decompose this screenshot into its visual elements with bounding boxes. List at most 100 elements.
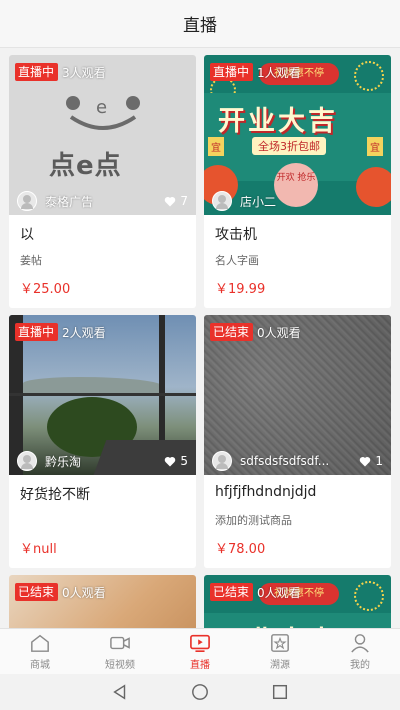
- live-status-row: 直播中 1人观看: [210, 63, 301, 81]
- status-badge: 直播中: [210, 63, 254, 81]
- live-thumbnail[interactable]: e 点e点 直播中 3人观看 泰格广告 7: [9, 55, 196, 215]
- like-count[interactable]: 1: [359, 454, 383, 468]
- svg-text:e: e: [96, 97, 107, 118]
- live-card[interactable]: e 点e点 直播中 3人观看 泰格广告 7 以 姜帖 ￥25.00: [9, 55, 196, 308]
- like-count[interactable]: 7: [164, 194, 188, 208]
- live-card[interactable]: 已结束 0人观看 sdfsdsfsdfsdf... 1 hfjfjfhdndnj…: [204, 315, 391, 568]
- shop-name: 泰格广告: [45, 194, 94, 209]
- shop-row: sdfsdsfsdfsdf... 1: [204, 447, 391, 475]
- status-badge: 直播中: [15, 323, 59, 341]
- live-status-row: 直播中 2人观看: [15, 323, 106, 341]
- live-status-row: 已结束 0人观看: [15, 583, 106, 601]
- product-info: 以 姜帖 ￥25.00: [9, 215, 196, 297]
- avatar: [17, 191, 37, 211]
- tab-label: 直播: [190, 660, 210, 671]
- window-view-decoration: [23, 377, 163, 393]
- status-badge: 已结束: [210, 323, 254, 341]
- person-icon: [351, 634, 369, 653]
- tab-label: 短视频: [105, 660, 135, 671]
- tab-short-video[interactable]: 短视频: [80, 629, 160, 674]
- recent-apps-icon[interactable]: [271, 683, 289, 701]
- tab-mine[interactable]: 我的: [320, 629, 400, 674]
- product-desc: [20, 512, 185, 526]
- live-thumbnail[interactable]: 已结束 0人观看 sdfsdsfsdfsdf... 1: [204, 315, 391, 475]
- product-name: hfjfjfhdndnjdjd: [215, 484, 317, 500]
- avatar: [212, 191, 232, 211]
- live-card[interactable]: 礼优惠不停 开业大吉 全场3折包邮 宜 宜 开欢 抢乐 直播中 1人观看 店小二…: [204, 55, 391, 308]
- product-desc: 名人字画: [215, 254, 259, 266]
- like-number: 5: [180, 454, 188, 468]
- shop-row: 店小二: [204, 187, 391, 215]
- live-status-row: 直播中 3人观看: [15, 63, 106, 81]
- home-circle-icon[interactable]: [191, 683, 209, 701]
- avatar: [212, 451, 232, 471]
- viewer-count: 3人观看: [62, 65, 106, 80]
- live-tv-icon: [190, 634, 210, 652]
- tab-label: 溯源: [270, 660, 290, 671]
- viewer-count: 2人观看: [62, 325, 106, 340]
- live-grid[interactable]: e 点e点 直播中 3人观看 泰格广告 7 以 姜帖 ￥25.00 礼优惠不停 …: [0, 48, 400, 628]
- firework-decoration: [354, 581, 384, 611]
- live-thumbnail[interactable]: 礼优惠不停 开业大吉 已结束 0人观看: [204, 575, 391, 628]
- live-status-row: 已结束 0人观看: [210, 583, 301, 601]
- tab-live[interactable]: 直播: [160, 629, 240, 674]
- like-number: 1: [375, 454, 383, 468]
- product-name: 以: [20, 227, 34, 243]
- poster-subtitle: 全场3折包邮: [252, 137, 326, 155]
- tab-label: 商城: [30, 660, 50, 671]
- product-price: ￥78.00: [215, 542, 266, 557]
- poster-title: 开业大吉: [218, 619, 338, 628]
- product-info: hfjfjfhdndnjdjd 添加的测试商品 ￥78.00: [204, 475, 391, 557]
- live-card[interactable]: 已结束 0人观看: [9, 575, 196, 628]
- firework-decoration: [354, 61, 384, 91]
- poster-seal: 宜: [367, 137, 383, 156]
- shop-name: sdfsdsfsdfsdf...: [240, 454, 330, 468]
- status-badge: 已结束: [15, 583, 59, 601]
- home-icon: [31, 634, 49, 652]
- product-name: 好货抢不断: [20, 487, 90, 503]
- live-card[interactable]: 礼优惠不停 开业大吉 已结束 0人观看: [204, 575, 391, 628]
- viewer-count: 0人观看: [257, 585, 301, 600]
- star-badge-icon: [271, 634, 289, 652]
- tab-mall[interactable]: 商城: [0, 629, 80, 674]
- tab-label: 我的: [350, 660, 370, 671]
- live-status-row: 已结束 0人观看: [210, 323, 301, 341]
- poster-title: 开业大吉: [218, 106, 338, 137]
- live-thumbnail[interactable]: 直播中 2人观看 黔乐淘 5: [9, 315, 196, 475]
- logo-face-graphic: e: [66, 96, 140, 130]
- product-price: ￥null: [20, 542, 57, 557]
- page-title: 直播: [183, 16, 217, 36]
- viewer-count: 0人观看: [257, 325, 301, 340]
- back-icon[interactable]: [111, 683, 129, 701]
- heart-icon: [360, 456, 371, 466]
- viewer-count: 1人观看: [257, 65, 301, 80]
- shop-row: 黔乐淘 5: [9, 447, 196, 475]
- status-badge: 直播中: [15, 63, 59, 81]
- live-thumbnail[interactable]: 已结束 0人观看: [9, 575, 196, 628]
- system-nav-bar: [0, 674, 400, 710]
- like-count[interactable]: 5: [164, 454, 188, 468]
- product-desc: 添加的测试商品: [215, 514, 292, 526]
- poster-seal: 宜: [208, 137, 224, 156]
- live-card[interactable]: 直播中 2人观看 黔乐淘 5 好货抢不断 ￥null: [9, 315, 196, 568]
- shop-row: 泰格广告 7: [9, 187, 196, 215]
- viewer-count: 0人观看: [62, 585, 106, 600]
- product-desc: 姜帖: [20, 254, 42, 266]
- avatar: [17, 451, 37, 471]
- live-thumbnail[interactable]: 礼优惠不停 开业大吉 全场3折包邮 宜 宜 开欢 抢乐 直播中 1人观看 店小二: [204, 55, 391, 215]
- video-camera-icon: [110, 636, 130, 650]
- product-price: ￥19.99: [215, 282, 266, 297]
- product-price: ￥25.00: [20, 282, 71, 297]
- logo-text: 点e点: [49, 151, 122, 181]
- product-info: 好货抢不断 ￥null: [9, 475, 196, 557]
- product-name: 攻击机: [215, 227, 257, 243]
- like-number: 7: [180, 194, 188, 208]
- heart-icon: [165, 196, 176, 206]
- shop-name: 黔乐淘: [45, 454, 82, 469]
- top-header: 直播: [0, 0, 400, 48]
- bottom-tab-bar: 商城 短视频 直播 溯源 我的: [0, 628, 400, 674]
- shop-name: 店小二: [240, 194, 277, 209]
- tab-traceability[interactable]: 溯源: [240, 629, 320, 674]
- heart-icon: [165, 456, 176, 466]
- window-frame: [9, 393, 196, 396]
